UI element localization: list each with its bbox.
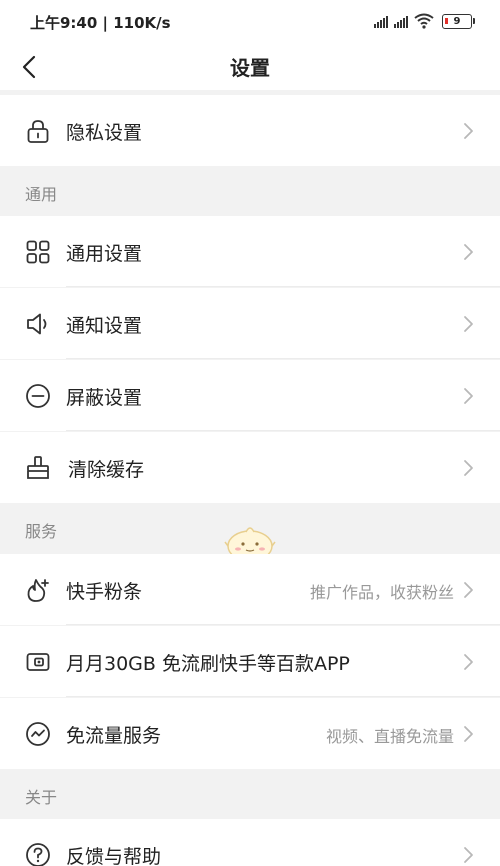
row-label: 通用设置 <box>66 243 143 265</box>
row-hint: 视频、直播免流量 <box>325 727 454 746</box>
chevron-right-icon <box>464 726 473 742</box>
question-circle-icon <box>26 843 50 866</box>
flame-plus-icon <box>27 579 49 602</box>
divider <box>66 696 500 697</box>
chevron-right-icon <box>464 316 473 332</box>
section-header-general: 通用 <box>0 166 500 216</box>
sim-card-icon <box>26 653 50 671</box>
row-label: 隐私设置 <box>66 122 143 144</box>
row-label: 月月30GB 免流刷快手等百款APP <box>66 653 350 675</box>
minus-circle-icon <box>26 384 50 408</box>
wifi-icon <box>414 13 434 29</box>
lock-icon <box>27 120 49 143</box>
chevron-right-icon <box>464 460 473 476</box>
divider <box>66 430 500 431</box>
section-title: 关于 <box>25 788 58 807</box>
grid-icon <box>26 240 50 264</box>
status-bar: 上午9:40 | 110K/s 9 <box>0 0 500 44</box>
chevron-right-icon <box>464 847 473 863</box>
row-notification-settings[interactable]: 通知设置 <box>0 288 500 359</box>
chevron-right-icon <box>464 123 473 139</box>
row-clear-cache[interactable]: 清除缓存 <box>0 432 500 503</box>
row-block-settings[interactable]: 屏蔽设置 <box>0 360 500 431</box>
status-icons: 9 <box>374 13 475 29</box>
section-header-about: 关于 <box>0 769 500 819</box>
signal-icon <box>394 14 408 28</box>
chevron-right-icon <box>464 244 473 260</box>
battery-icon: 9 <box>442 13 475 29</box>
nav-bar: 设置 <box>0 44 500 90</box>
status-time-speed: 上午9:40 | 110K/s <box>30 14 171 32</box>
row-label: 通知设置 <box>66 315 143 337</box>
signal-icon <box>374 14 388 28</box>
row-label: 反馈与帮助 <box>66 846 162 866</box>
row-free-data-service[interactable]: 免流量服务 视频、直播免流量 <box>0 698 500 769</box>
battery-level: 9 <box>453 15 461 27</box>
page-title: 设置 <box>230 56 270 80</box>
divider <box>66 624 500 625</box>
chevron-right-icon <box>464 388 473 404</box>
row-kuaishou-fans[interactable]: 快手粉条 推广作品，收获粉丝 <box>0 554 500 625</box>
row-hint: 推广作品，收获粉丝 <box>309 583 454 602</box>
divider <box>66 286 500 287</box>
row-general-settings[interactable]: 通用设置 <box>0 216 500 287</box>
row-data-package[interactable]: 月月30GB 免流刷快手等百款APP <box>0 626 500 697</box>
row-label: 清除缓存 <box>68 459 145 481</box>
row-label: 屏蔽设置 <box>66 387 143 409</box>
row-feedback-help[interactable]: 反馈与帮助 <box>0 819 500 866</box>
row-label: 免流量服务 <box>66 725 162 747</box>
broom-icon <box>27 456 49 479</box>
divider <box>66 358 500 359</box>
chevron-right-icon <box>464 582 473 598</box>
wave-circle-icon <box>26 722 50 746</box>
section-title: 服务 <box>25 522 58 541</box>
row-label: 快手粉条 <box>66 581 143 603</box>
row-privacy-settings[interactable]: 隐私设置 <box>0 95 500 166</box>
chevron-right-icon <box>464 654 473 670</box>
speaker-icon <box>27 313 47 335</box>
section-title: 通用 <box>25 185 58 204</box>
